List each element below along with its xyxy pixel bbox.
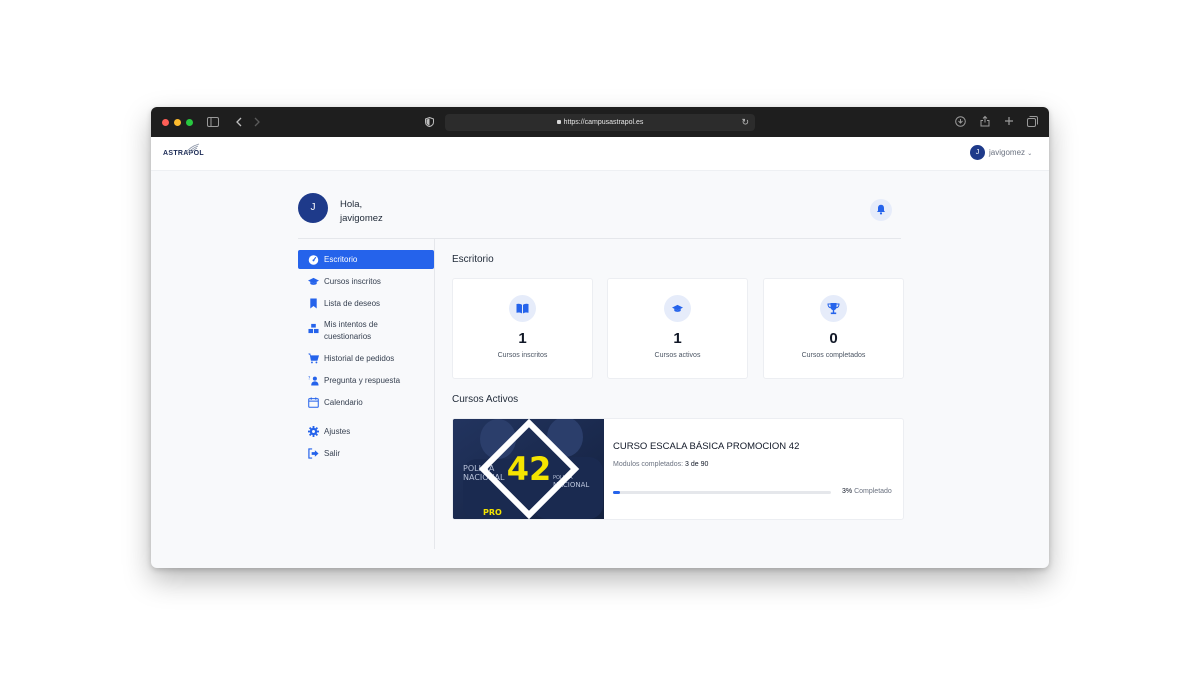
address-bar[interactable]: https://campusastrapol.es ↻ [445, 114, 755, 131]
sidebar-item-calendario[interactable]: Calendario [298, 393, 434, 412]
sidebar-item-label: Historial de pedidos [324, 354, 395, 363]
site-header: ASTRAPOL J javigomez ⌄ [151, 137, 1049, 171]
profile-avatar: J [298, 193, 328, 223]
sidebar-item-escritorio[interactable]: Escritorio [298, 250, 434, 269]
browser-window: https://campusastrapol.es ↻ ASTRAPOL J j… [151, 107, 1049, 568]
sidebar-item-mis-intentos[interactable]: Mis intentos de cuestionarios [298, 316, 434, 344]
stat-icon-circle [509, 295, 536, 322]
stat-value: 0 [829, 330, 838, 347]
sidebar-item-ajustes[interactable]: Ajustes [298, 422, 434, 441]
course-title[interactable]: CURSO ESCALA BÁSICA PROMOCION 42 [613, 441, 799, 452]
minimize-window-button[interactable] [174, 119, 181, 126]
stat-value: 1 [518, 330, 527, 347]
course-card[interactable]: POLICÍA NACIONAL POLICÍA NACIONAL 42 PRO… [452, 418, 904, 520]
cart-icon [308, 353, 319, 364]
sidebar-item-pregunta-y-respuesta[interactable]: ? Pregunta y respuesta [298, 371, 434, 390]
greeting-username: javigomez [340, 213, 383, 224]
back-icon[interactable] [235, 117, 242, 127]
book-open-icon [516, 303, 529, 314]
stat-card-cursos-completados: 0 Cursos completados [763, 278, 904, 379]
quiz-attempts-icon [308, 323, 319, 334]
calendar-icon [308, 397, 319, 408]
new-tab-icon[interactable] [1004, 116, 1014, 126]
svg-text:?: ? [308, 376, 311, 382]
modules-label: Modulos completados: [613, 461, 684, 468]
trophy-icon [827, 303, 840, 315]
stat-icon-circle [664, 295, 691, 322]
sidebar-item-label-line2: cuestionarios [324, 332, 372, 341]
chevron-down-icon: ⌄ [1027, 151, 1033, 157]
stat-label: Cursos inscritos [497, 352, 548, 359]
stat-card-cursos-inscritos: 1 Cursos inscritos [452, 278, 593, 379]
course-thumbnail[interactable]: POLICÍA NACIONAL POLICÍA NACIONAL 42 PRO [453, 419, 604, 519]
course-progress-text: 3% Completado [842, 488, 892, 495]
user-name: javigomez ⌄ [989, 148, 1033, 157]
user-avatar: J [970, 145, 985, 160]
sidebar-item-label: Cursos inscritos [324, 277, 381, 286]
url-text: https://campusastrapol.es [563, 119, 644, 126]
gear-icon [308, 426, 319, 437]
sidebar-toggle-icon[interactable] [207, 117, 219, 127]
logo-wing-icon [184, 143, 200, 155]
course-modules: Modulos completados: 3 de 90 [613, 461, 708, 468]
share-icon[interactable] [980, 115, 990, 127]
lock-icon [556, 120, 561, 124]
course-progress-fill [613, 491, 620, 494]
stat-label: Cursos completados [801, 352, 866, 359]
forward-icon[interactable] [254, 117, 261, 127]
modules-value: 3 de 90 [685, 461, 709, 468]
close-window-button[interactable] [162, 119, 169, 126]
sidebar-item-label: Escritorio [324, 255, 358, 264]
sidebar-item-label: Calendario [324, 398, 363, 407]
bookmark-icon [310, 298, 317, 309]
sidebar-divider [434, 239, 435, 549]
thumb-number: 42 [507, 450, 552, 488]
bell-icon [877, 204, 885, 215]
zoom-window-button[interactable] [186, 119, 193, 126]
shield-icon[interactable] [425, 117, 434, 127]
sidebar-item-salir[interactable]: Salir [298, 444, 434, 463]
active-courses-title: Cursos Activos [452, 394, 519, 405]
progress-suffix: Completado [854, 488, 892, 495]
dashboard-title: Escritorio [452, 254, 494, 265]
sidebar-item-label: Mis intentos de [324, 320, 378, 329]
header-divider [298, 238, 901, 239]
sidebar-item-label: Lista de deseos [324, 299, 381, 308]
download-icon[interactable] [955, 116, 966, 127]
thumb-badge: PRO [483, 508, 502, 517]
qa-icon: ? [308, 376, 319, 386]
tab-overview-icon[interactable] [1027, 116, 1038, 127]
progress-percent: 3% [842, 488, 853, 495]
sidebar-item-lista-de-deseos[interactable]: Lista de deseos [298, 294, 434, 313]
graduation-cap-icon [308, 277, 319, 285]
greeting-text: Hola, [340, 199, 363, 210]
notifications-button[interactable] [870, 199, 892, 221]
course-progress-bar [613, 491, 831, 494]
user-menu[interactable]: J javigomez ⌄ [970, 144, 1037, 162]
sidebar-item-label: Salir [324, 449, 341, 458]
stat-icon-circle [820, 295, 847, 322]
dashboard-icon [308, 255, 319, 265]
sidebar-item-cursos-inscritos[interactable]: Cursos inscritos [298, 272, 434, 291]
stat-label: Cursos activos [654, 352, 701, 359]
stat-value: 1 [673, 330, 682, 347]
stat-card-cursos-activos: 1 Cursos activos [607, 278, 748, 379]
sidebar-item-label: Pregunta y respuesta [324, 376, 401, 385]
sidebar-item-label: Ajustes [324, 427, 351, 436]
sidebar-item-historial-de-pedidos[interactable]: Historial de pedidos [298, 349, 434, 368]
logout-icon [308, 448, 319, 459]
reload-icon[interactable]: ↻ [741, 114, 749, 131]
graduation-cap-icon [672, 304, 683, 312]
browser-toolbar: https://campusastrapol.es ↻ [151, 107, 1049, 137]
